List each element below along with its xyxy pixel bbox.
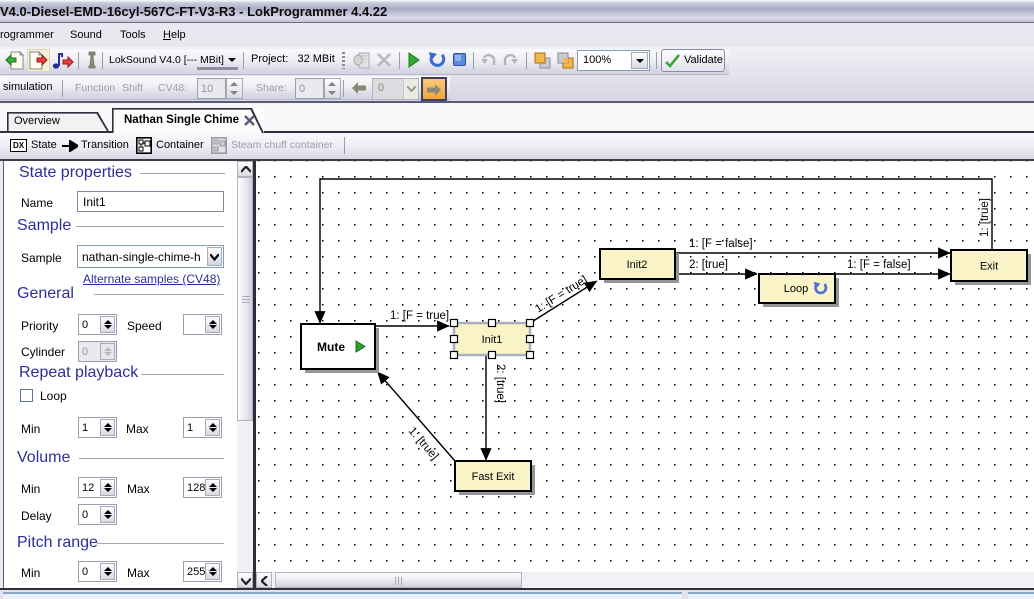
- svg-text:Exit: Exit: [980, 261, 998, 273]
- svg-text:Fast Exit: Fast Exit: [472, 471, 515, 483]
- svg-text:2: [true]: 2: [true]: [494, 364, 506, 403]
- svg-text:1: [F = false]: 1: [F = false]: [689, 238, 753, 250]
- svg-text:1: [F = true]: 1: [F = true]: [390, 310, 449, 322]
- svg-text:Loop: Loop: [784, 283, 808, 295]
- svg-text:Init2: Init2: [627, 259, 648, 271]
- svg-text:Mute: Mute: [317, 340, 345, 354]
- svg-text:2: [true]: 2: [true]: [689, 259, 728, 271]
- svg-text:Init1: Init1: [482, 334, 503, 346]
- svg-text:1: [F = false]: 1: [F = false]: [847, 259, 911, 271]
- svg-text:1: [true]: 1: [true]: [979, 198, 991, 237]
